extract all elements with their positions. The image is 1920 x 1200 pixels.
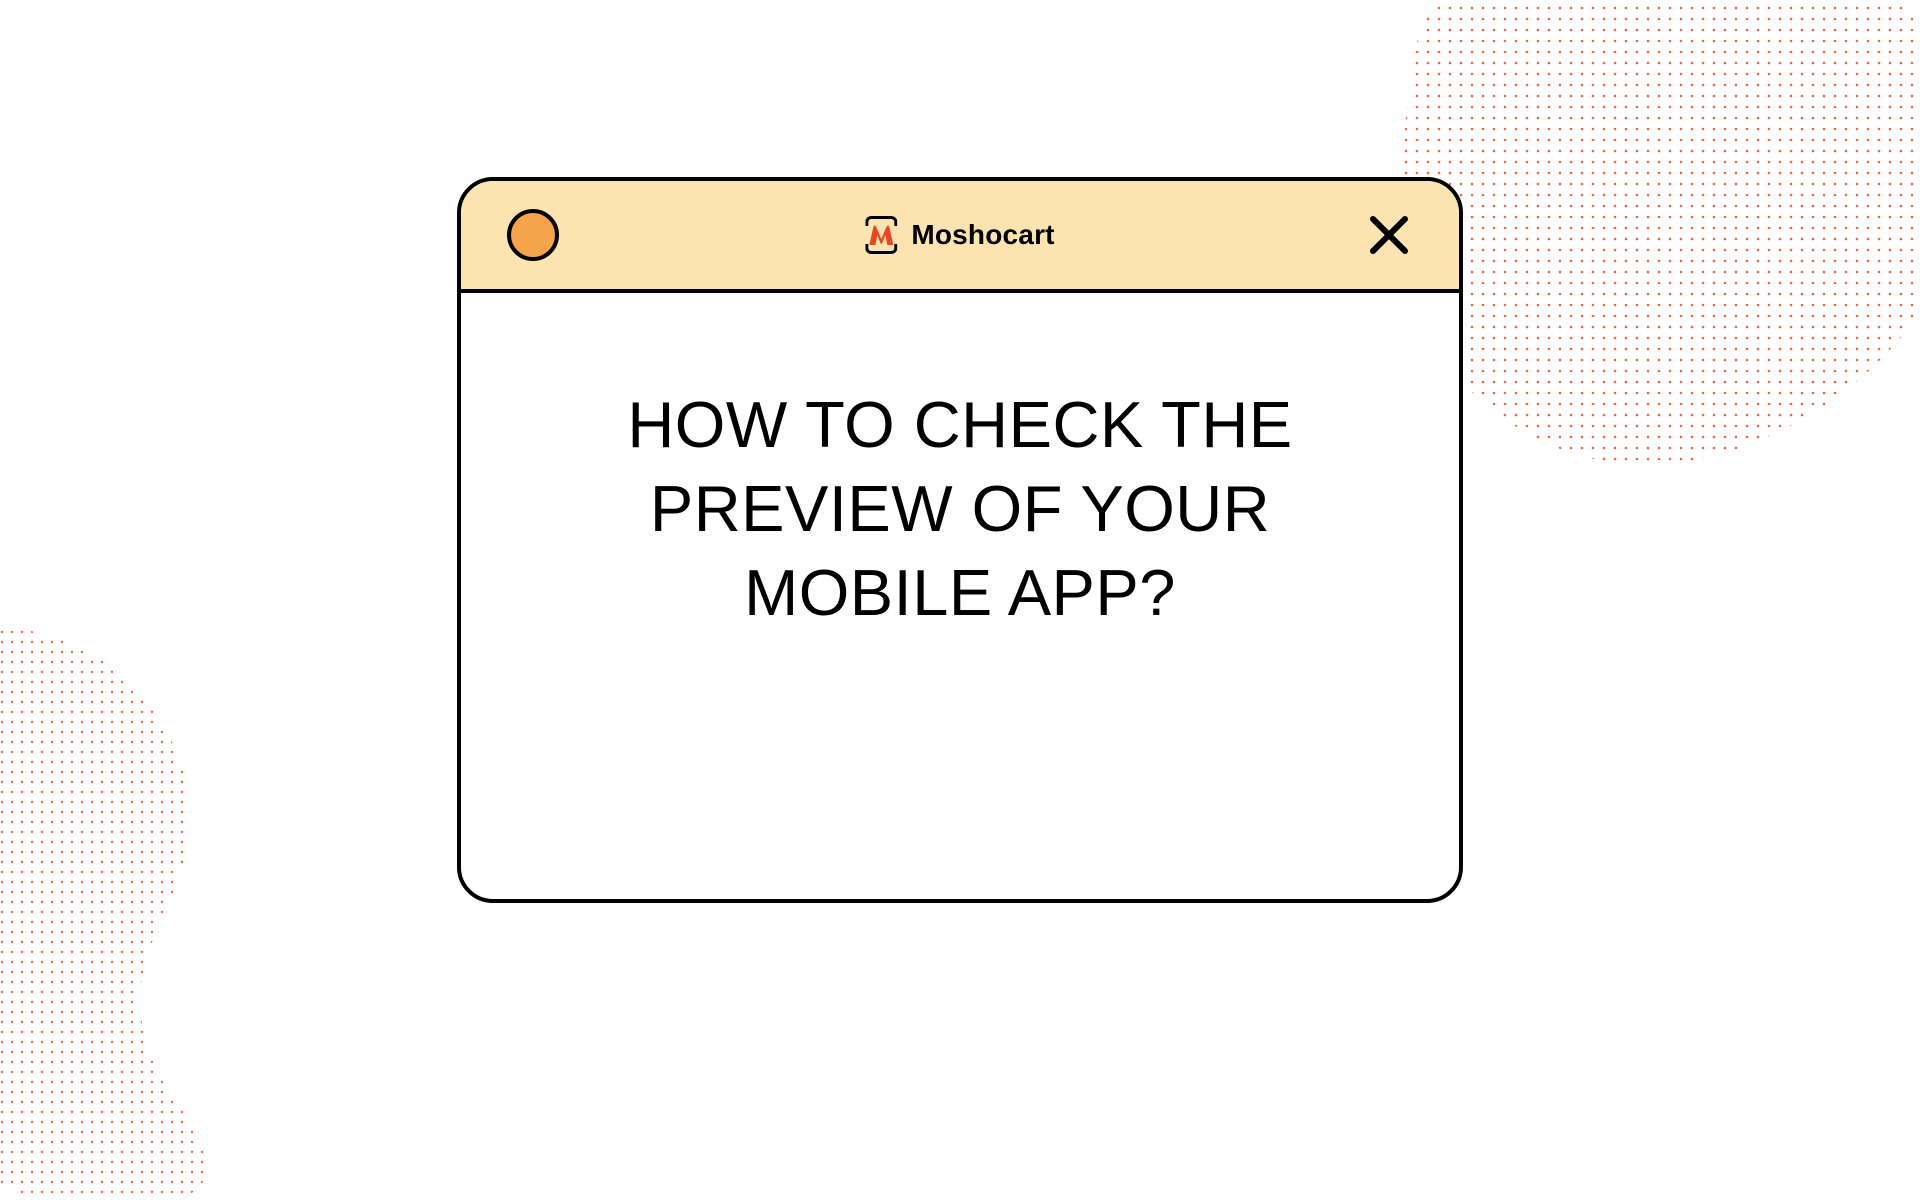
brand-name: Moshocart: [911, 219, 1054, 251]
close-icon: [1367, 213, 1411, 257]
moshocart-logo-icon: [865, 216, 897, 254]
brand: Moshocart: [865, 216, 1054, 254]
headline: HOW TO CHECK THE PREVIEW OF YOUR MOBILE …: [521, 383, 1399, 635]
close-button[interactable]: [1365, 211, 1413, 259]
mock-window: Moshocart HOW TO CHECK THE PREVIEW OF YO…: [457, 177, 1463, 903]
window-titlebar: Moshocart: [461, 181, 1459, 293]
window-dot-icon[interactable]: [507, 209, 559, 261]
decorative-mesh-bottom-left: [0, 580, 440, 1200]
window-content: HOW TO CHECK THE PREVIEW OF YOUR MOBILE …: [461, 293, 1459, 899]
